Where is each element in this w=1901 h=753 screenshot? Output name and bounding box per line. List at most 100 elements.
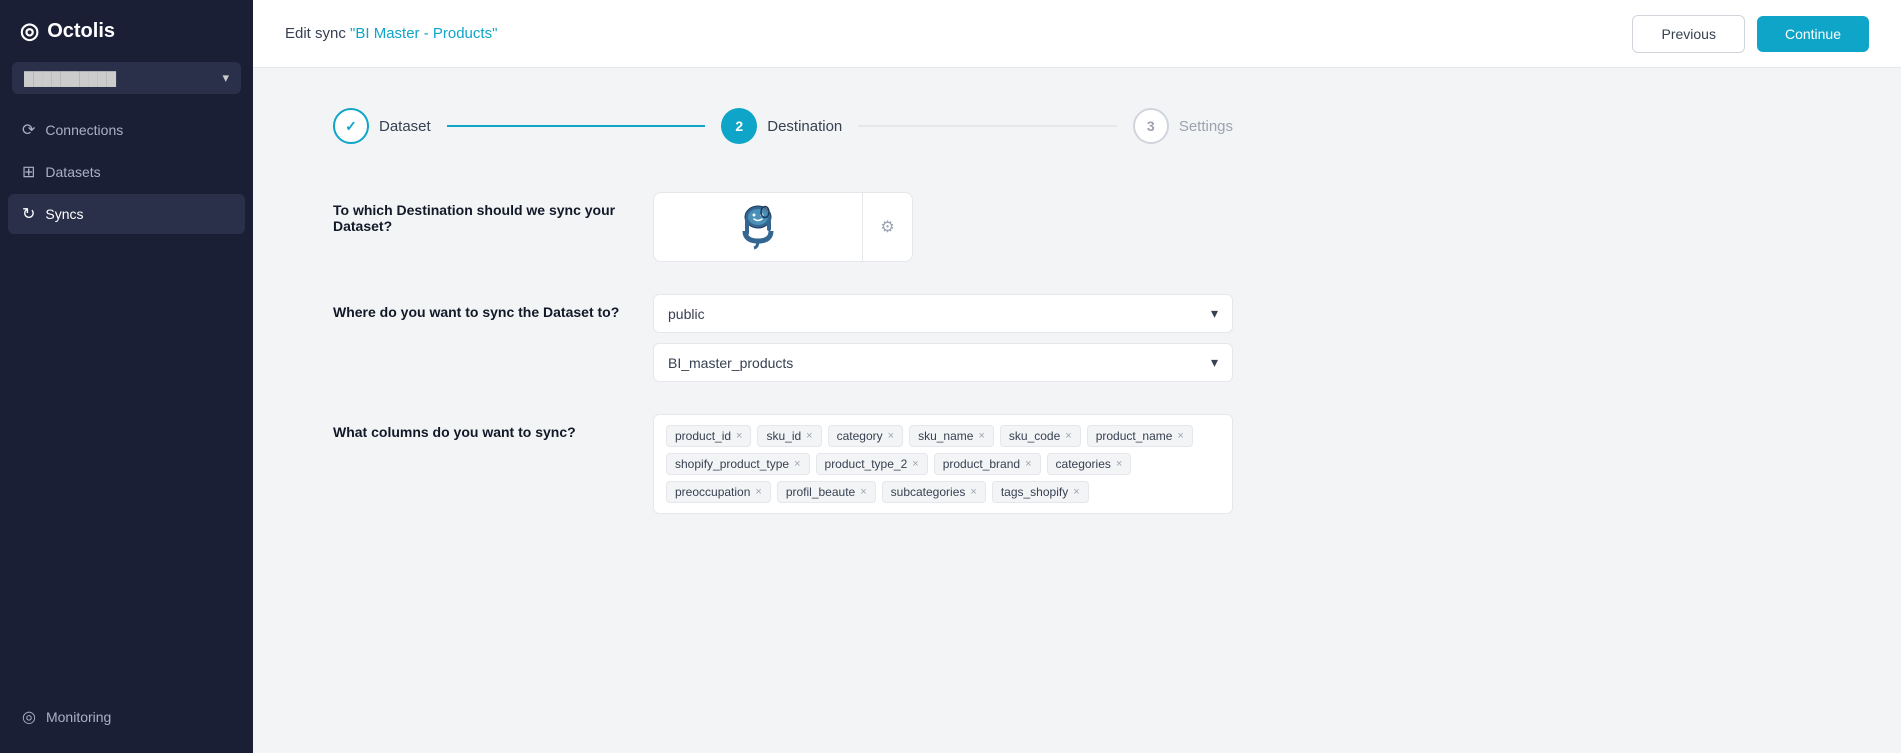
destination-settings-button[interactable]: ⚙ [862, 192, 912, 262]
previous-button[interactable]: Previous [1632, 15, 1744, 53]
header-actions: Previous Continue [1632, 15, 1869, 53]
tag-remove-button[interactable]: × [794, 459, 800, 470]
connections-icon: ⟳ [22, 120, 35, 140]
list-item: tags_shopify × [992, 481, 1089, 503]
tag-label: profil_beaute [786, 485, 855, 499]
destination-row: To which Destination should we sync your… [333, 192, 1233, 262]
postgresql-icon [734, 203, 782, 251]
list-item: subcategories × [882, 481, 986, 503]
workspace-selector[interactable]: ██████████ ▾ [12, 62, 241, 94]
tag-remove-button[interactable]: × [912, 459, 918, 470]
list-item: preoccupation × [666, 481, 771, 503]
tag-label: product_name [1096, 429, 1173, 443]
destination-logo [654, 193, 862, 261]
step-circle-destination: 2 [721, 108, 757, 144]
sidebar-item-label: Syncs [45, 206, 83, 222]
list-item: categories × [1047, 453, 1132, 475]
chevron-down-icon: ▾ [222, 70, 229, 86]
logo-text: Octolis [47, 20, 115, 43]
step-settings: 3 Settings [1133, 108, 1233, 144]
monitoring-icon: ◎ [22, 707, 36, 727]
tag-remove-button[interactable]: × [806, 431, 812, 442]
tag-remove-button[interactable]: × [970, 487, 976, 498]
continue-button[interactable]: Continue [1757, 16, 1869, 52]
sidebar-item-monitoring[interactable]: ◎ Monitoring [8, 697, 245, 737]
step-label-destination: Destination [767, 118, 842, 135]
step-line-2 [858, 125, 1117, 127]
logo-icon: ◎ [20, 18, 39, 44]
tag-remove-button[interactable]: × [978, 431, 984, 442]
syncs-icon: ↻ [22, 204, 35, 224]
tag-remove-button[interactable]: × [1073, 487, 1079, 498]
page-title: Edit sync "BI Master - Products" [285, 25, 497, 42]
columns-row: What columns do you want to sync? produc… [333, 414, 1233, 514]
tag-label: shopify_product_type [675, 457, 789, 471]
list-item: product_name × [1087, 425, 1193, 447]
step-line-1 [447, 125, 706, 127]
step-label-dataset: Dataset [379, 118, 431, 135]
tag-label: sku_id [766, 429, 801, 443]
columns-tags-container[interactable]: product_id×sku_id×category×sku_name×sku_… [653, 414, 1233, 514]
destination-selector[interactable]: ⚙ [653, 192, 913, 262]
tag-label: tags_shopify [1001, 485, 1068, 499]
schema-row: Where do you want to sync the Dataset to… [333, 294, 1233, 382]
logo: ◎ Octolis [0, 0, 253, 62]
gear-icon: ⚙ [880, 217, 894, 237]
step-label-settings: Settings [1179, 118, 1233, 135]
sidebar-item-connections[interactable]: ⟳ Connections [8, 110, 245, 150]
title-prefix: Edit sync [285, 25, 350, 42]
step-circle-dataset: ✓ [333, 108, 369, 144]
step-destination: 2 Destination [721, 108, 842, 144]
table-value: BI_master_products [668, 355, 793, 371]
columns-label: What columns do you want to sync? [333, 414, 653, 440]
table-select[interactable]: BI_master_products ▾ [653, 343, 1233, 382]
sidebar-nav: ⟳ Connections ⊞ Datasets ↻ Syncs [0, 110, 253, 681]
tag-label: product_type_2 [825, 457, 908, 471]
schema-value: public [668, 306, 705, 322]
step-circle-settings: 3 [1133, 108, 1169, 144]
tag-remove-button[interactable]: × [736, 431, 742, 442]
destination-field: ⚙ [653, 192, 1233, 262]
tag-label: sku_name [918, 429, 973, 443]
datasets-icon: ⊞ [22, 162, 35, 182]
tag-label: sku_code [1009, 429, 1060, 443]
sidebar-bottom: ◎ Monitoring [0, 681, 253, 753]
columns-field: product_id×sku_id×category×sku_name×sku_… [653, 414, 1233, 514]
schema-select[interactable]: public ▾ [653, 294, 1233, 333]
chevron-down-icon: ▾ [1211, 354, 1218, 371]
tag-label: preoccupation [675, 485, 750, 499]
sidebar: ◎ Octolis ██████████ ▾ ⟳ Connections ⊞ D… [0, 0, 253, 753]
sidebar-item-label: Datasets [45, 164, 100, 180]
workspace-name: ██████████ [24, 71, 116, 86]
main-content: Edit sync "BI Master - Products" Previou… [253, 0, 1901, 753]
tag-remove-button[interactable]: × [1116, 459, 1122, 470]
step-dataset: ✓ Dataset [333, 108, 431, 144]
page-header: Edit sync "BI Master - Products" Previou… [253, 0, 1901, 68]
page-content: ✓ Dataset 2 Destination 3 Settings To wh… [253, 68, 1901, 753]
list-item: sku_id × [757, 425, 821, 447]
tag-label: category [837, 429, 883, 443]
list-item: product_type_2 × [816, 453, 928, 475]
schema-label: Where do you want to sync the Dataset to… [333, 294, 653, 320]
list-item: product_id × [666, 425, 751, 447]
tag-remove-button[interactable]: × [1177, 431, 1183, 442]
sidebar-item-datasets[interactable]: ⊞ Datasets [8, 152, 245, 192]
schema-field: public ▾ BI_master_products ▾ [653, 294, 1233, 382]
tag-remove-button[interactable]: × [860, 487, 866, 498]
list-item: sku_code × [1000, 425, 1081, 447]
tag-remove-button[interactable]: × [1025, 459, 1031, 470]
sidebar-item-label: Connections [45, 122, 123, 138]
tag-remove-button[interactable]: × [755, 487, 761, 498]
list-item: category × [828, 425, 903, 447]
tag-label: product_brand [943, 457, 1020, 471]
tag-remove-button[interactable]: × [888, 431, 894, 442]
tag-label: product_id [675, 429, 731, 443]
list-item: shopify_product_type × [666, 453, 810, 475]
tag-remove-button[interactable]: × [1065, 431, 1071, 442]
list-item: sku_name × [909, 425, 994, 447]
tag-label: categories [1056, 457, 1111, 471]
list-item: product_brand × [934, 453, 1041, 475]
sidebar-item-syncs[interactable]: ↻ Syncs [8, 194, 245, 234]
stepper: ✓ Dataset 2 Destination 3 Settings [333, 108, 1233, 144]
tag-label: subcategories [891, 485, 966, 499]
